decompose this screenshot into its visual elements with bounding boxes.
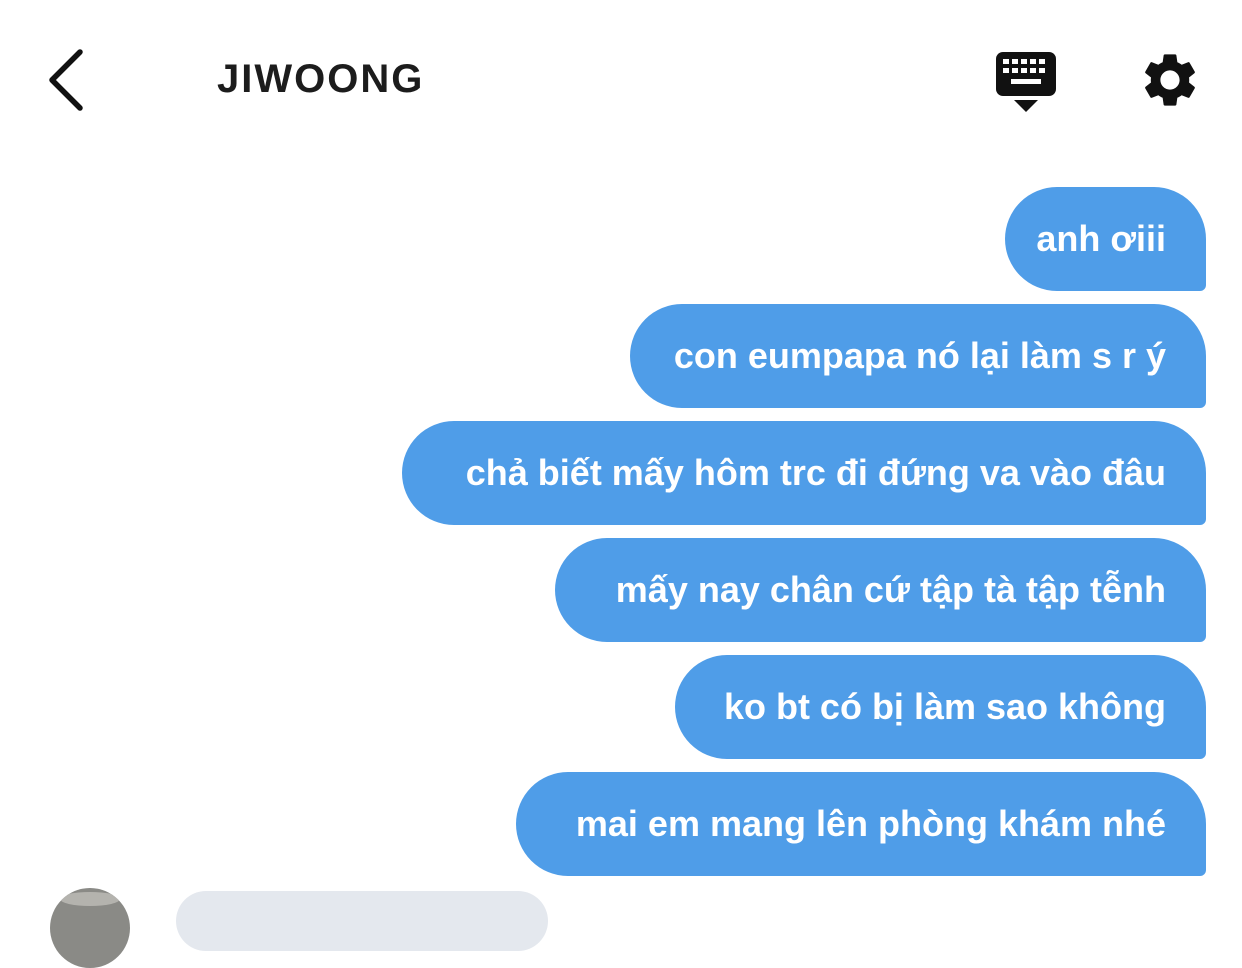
outgoing-message[interactable]: mai em mang lên phòng khám nhé [516, 772, 1206, 876]
outgoing-message[interactable]: mấy nay chân cứ tập tà tập tễnh [555, 538, 1206, 642]
incoming-message[interactable] [176, 891, 548, 951]
outgoing-message[interactable]: chả biết mấy hôm trc đi đứng va vào đâu [402, 421, 1206, 525]
contact-avatar[interactable] [50, 888, 130, 968]
outgoing-message[interactable]: con eumpapa nó lại làm s r ý [630, 304, 1206, 408]
message-list[interactable]: anh ơiii con eumpapa nó lại làm s r ý ch… [0, 0, 1242, 968]
outgoing-message[interactable]: ko bt có bị làm sao không [675, 655, 1206, 759]
outgoing-message[interactable]: anh ơiii [1005, 187, 1206, 291]
